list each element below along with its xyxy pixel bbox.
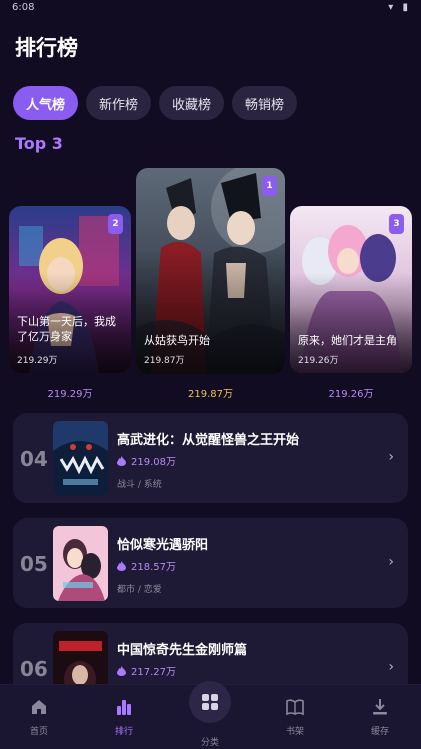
comic-title: 高武进化：从觉醒怪兽之王开始 (117, 433, 300, 448)
download-icon (373, 699, 387, 715)
tab-popular[interactable]: 人气榜 (13, 86, 79, 120)
book-icon (286, 699, 304, 716)
nav-label: 首页 (29, 727, 48, 737)
nav-home[interactable]: 首页 (9, 698, 69, 737)
heat-value: 219.08万 (131, 457, 176, 468)
genre-tags: 都市 / 恋爱 (117, 585, 162, 595)
chevron-right-icon: › (388, 659, 394, 675)
status-icons: ▾ ▮ (388, 2, 411, 13)
card-title: 从姑获鸟开始 (144, 334, 210, 347)
nav-label: 缓存 (370, 727, 389, 737)
ranking-tabs: 人气榜 新作榜 收藏榜 畅销榜 (13, 86, 298, 120)
tab-new[interactable]: 新作榜 (86, 86, 152, 120)
podium-heat-rank-2: 219.29万 (47, 389, 93, 400)
nav-category[interactable] (189, 681, 231, 723)
comic-title: 中国惊奇先生金刚师篇 (117, 643, 248, 658)
flame-icon (117, 560, 126, 571)
card-title: 原来，她们才是主角 (298, 334, 397, 347)
cover-thumbnail (53, 421, 108, 496)
list-item[interactable]: 04 高武进化：从觉醒怪兽之王开始 219.08万 战斗 / 系统 › (13, 413, 408, 503)
heat-row: 217.27万 (117, 663, 176, 678)
nav-shelf[interactable]: 书架 (265, 698, 325, 737)
chevron-right-icon: › (388, 554, 394, 570)
list-item[interactable]: 05 恰似寒光遇骄阳 218.57万 都市 / 恋爱 › (13, 518, 408, 608)
chevron-right-icon: › (388, 449, 394, 465)
comic-title: 恰似寒光遇骄阳 (117, 538, 209, 553)
card-heat: 219.29万 (17, 356, 58, 366)
card-heat: 219.26万 (298, 356, 339, 366)
podium-card-rank-2[interactable]: 2 下山第一天后，我成了亿万身家 219.29万 (9, 206, 131, 373)
flame-icon (117, 665, 126, 676)
rank-number: 05 (20, 552, 48, 576)
nav-cache[interactable]: 缓存 (350, 698, 410, 737)
tab-bestseller[interactable]: 畅销榜 (232, 86, 298, 120)
nav-rank[interactable]: 排行 (94, 698, 154, 737)
status-bar: 6:08 ▾ ▮ (0, 0, 421, 18)
home-icon (32, 700, 46, 714)
top3-heading: Top 3 (15, 134, 63, 153)
rank-number: 04 (20, 447, 48, 471)
bottom-nav: 首页 排行 分类 书架 缓存 (0, 681, 421, 749)
grid-icon (202, 694, 218, 710)
bar-chart-icon (117, 700, 131, 715)
rank-badge: 3 (389, 214, 404, 234)
podium-heat-rank-3: 219.26万 (328, 389, 374, 400)
heat-row: 219.08万 (117, 453, 176, 468)
rank-badge: 1 (262, 176, 277, 196)
heat-value: 217.27万 (131, 667, 176, 678)
podium-card-rank-3[interactable]: 3 原来，她们才是主角 219.26万 (290, 206, 412, 373)
nav-category-label: 分类 (200, 738, 219, 748)
heat-row: 218.57万 (117, 558, 176, 573)
podium-heat-rank-1: 219.87万 (188, 389, 233, 400)
heat-value: 218.57万 (131, 562, 176, 573)
card-title: 下山第一天后，我成了亿万身家 (17, 315, 116, 343)
cover-thumbnail (53, 526, 108, 601)
rank-number: 06 (20, 657, 48, 681)
genre-tags: 战斗 / 系统 (117, 480, 162, 490)
status-time: 6:08 (12, 2, 35, 13)
tab-favorites[interactable]: 收藏榜 (159, 86, 225, 120)
card-heat: 219.87万 (144, 356, 185, 366)
podium-card-rank-1[interactable]: 1 从姑获鸟开始 219.87万 (136, 168, 285, 374)
nav-label: 书架 (285, 727, 304, 737)
nav-label: 排行 (114, 727, 133, 737)
page-title: 排行榜 (15, 36, 78, 60)
flame-icon (117, 455, 126, 466)
rank-badge: 2 (108, 214, 123, 234)
